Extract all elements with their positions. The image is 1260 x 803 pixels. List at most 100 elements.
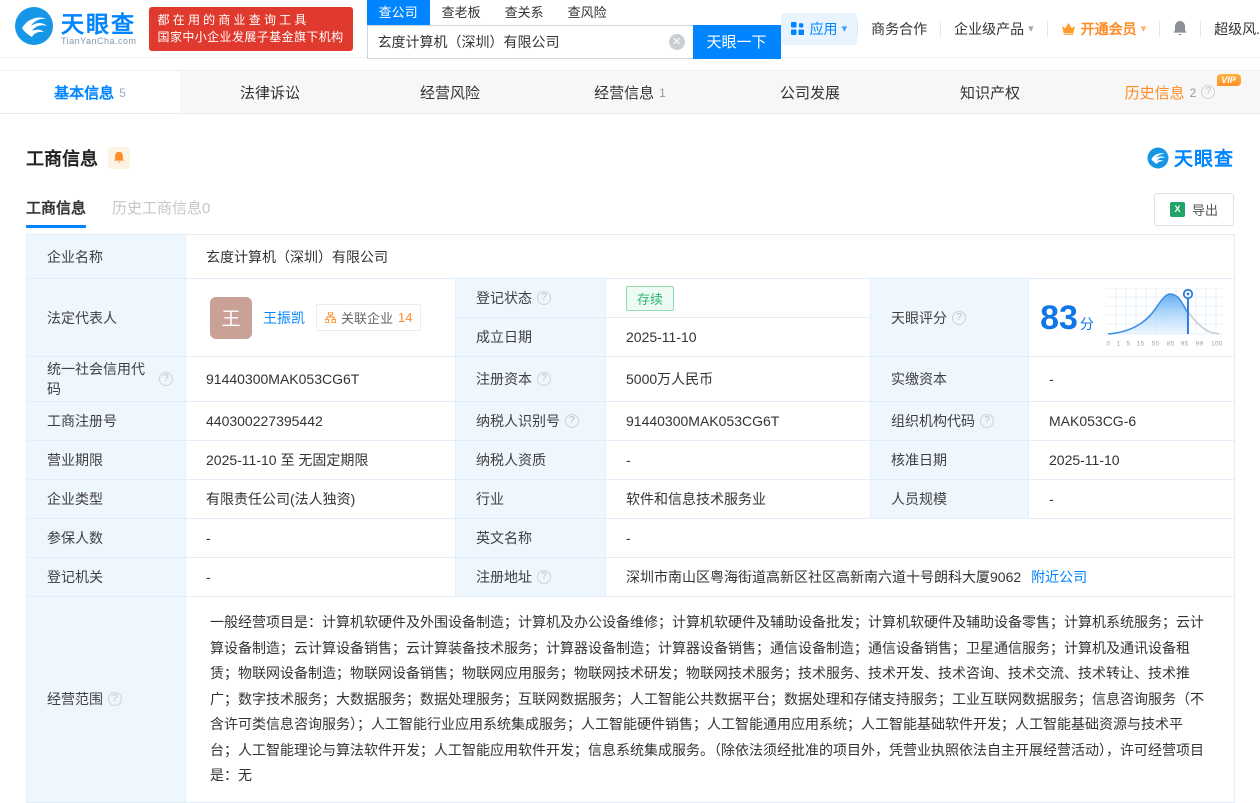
- table-row: 登记机关 - 注册地址? 深圳市南山区粤海街道高新区社区高新南六道十号朗科大厦9…: [26, 557, 1235, 597]
- industry-value: 软件和信息技术服务业: [605, 479, 871, 519]
- tab-operational-risk[interactable]: 经营风险: [360, 71, 540, 113]
- taxpayer-quality-label: 纳税人资质: [455, 440, 606, 480]
- company-type-label: 企业类型: [26, 479, 186, 519]
- search-area: 查公司 查老板 查关系 查风险 ✕ 天眼一下: [366, 0, 781, 59]
- top-header: 天眼查 TianYanCha.com 都在用的商业查询工具 国家中小企业发展子基…: [0, 0, 1260, 59]
- company-type-value: 有限责任公司(法人独资): [185, 479, 456, 519]
- nav-open-vip[interactable]: 开通会员 ▾: [1048, 19, 1160, 39]
- chevron-down-icon: ▾: [1028, 23, 1034, 35]
- table-row: 经营范围? 一般经营项目是：计算机软硬件及外围设备制造；计算机及办公设备维修；计…: [26, 596, 1235, 803]
- nav-cooperation[interactable]: 商务合作: [858, 19, 940, 39]
- staff-size-value: -: [1028, 479, 1235, 519]
- help-icon[interactable]: ?: [537, 570, 551, 584]
- tab-intellectual-property[interactable]: 知识产权: [900, 71, 1080, 113]
- tab-history-info[interactable]: VIP 历史信息 2 ?: [1080, 71, 1260, 113]
- help-icon[interactable]: ?: [1201, 85, 1216, 99]
- notification-bell-icon[interactable]: [1160, 20, 1200, 37]
- nav-enterprise[interactable]: 企业级产品 ▾: [941, 19, 1047, 39]
- grid-icon: [790, 22, 804, 35]
- org-chart-icon: [325, 312, 336, 323]
- search-button[interactable]: 天眼一下: [692, 24, 781, 59]
- section-head: 工商信息 天眼查: [26, 144, 1234, 171]
- org-code-label-text: 组织机构代码: [891, 413, 975, 429]
- taxpayer-quality-value: -: [605, 440, 871, 480]
- subtab-business-registration[interactable]: 工商信息: [26, 197, 87, 228]
- address-label: 注册地址?: [455, 557, 606, 597]
- tab-business-info[interactable]: 经营信息 1: [540, 71, 720, 113]
- table-row: 企业类型 有限责任公司(法人独资) 行业 软件和信息技术服务业 人员规模 -: [26, 479, 1235, 519]
- related-companies-badge[interactable]: 关联企业 14: [316, 304, 422, 331]
- slogan-line1: 都在用的商业查询工具: [157, 12, 310, 27]
- related-companies-label: 关联企业: [341, 311, 394, 326]
- approval-date-label: 核准日期: [870, 440, 1029, 480]
- nav-apps[interactable]: 应用 ▾: [780, 12, 858, 45]
- nav-open-vip-label: 开通会员: [1080, 20, 1137, 37]
- score-distribution-chart: 0 1 5 15 50 85 95 99 100: [1105, 287, 1223, 348]
- help-icon[interactable]: ?: [537, 372, 551, 386]
- reg-number-value: 440300227395442: [185, 401, 456, 441]
- table-row: 参保人数 - 英文名称 -: [26, 518, 1235, 558]
- tab-basic-info-label: 基本信息: [54, 84, 115, 102]
- legal-rep-label: 法定代表人: [26, 278, 186, 357]
- help-icon[interactable]: ?: [159, 372, 173, 386]
- nav-super-risk[interactable]: 超级风... ▾: [1201, 19, 1260, 39]
- org-code-label: 组织机构代码?: [870, 401, 1029, 441]
- search-tab-company[interactable]: 查公司: [366, 0, 430, 25]
- subtabs-row: 工商信息 历史工商信息0 X 导出: [26, 193, 1234, 232]
- search-tab-boss[interactable]: 查老板: [430, 0, 493, 25]
- org-code-value: MAK053CG-6: [1028, 401, 1235, 441]
- search-row: ✕ 天眼一下: [366, 24, 781, 59]
- related-companies-count: 14: [398, 310, 413, 325]
- export-button-label: 导出: [1191, 203, 1218, 218]
- paid-capital-label: 实缴资本: [870, 356, 1029, 402]
- score-cell[interactable]: 83 分 0 1 5 15 50 85 95 99 100: [1028, 278, 1235, 357]
- tab-intellectual-property-label: 知识产权: [959, 84, 1020, 102]
- tianyancha-logo[interactable]: 天眼查 TianYanCha.com: [14, 6, 137, 51]
- address-cell: 深圳市南山区粤海街道高新区社区高新南六道十号朗科大厦9062 附近公司: [605, 557, 1235, 597]
- tab-legal-proceedings[interactable]: 法律诉讼: [180, 71, 360, 113]
- help-icon[interactable]: ?: [537, 291, 551, 305]
- address-value: 深圳市南山区粤海街道高新区社区高新南六道十号朗科大厦9062: [626, 569, 1022, 585]
- tab-basic-info-count: 5: [119, 86, 126, 100]
- business-scope-label-text: 经营范围: [47, 691, 103, 708]
- table-row: 工商注册号 440300227395442 纳税人识别号? 91440300MA…: [26, 401, 1235, 441]
- nearby-companies-link[interactable]: 附近公司: [1031, 569, 1087, 585]
- avatar[interactable]: 王: [210, 296, 252, 339]
- logo-text: 天眼查 TianYanCha.com: [61, 12, 137, 46]
- export-button[interactable]: X 导出: [1153, 193, 1234, 226]
- search-tab-relation[interactable]: 查关系: [493, 0, 556, 25]
- tab-business-info-label: 经营信息: [594, 84, 655, 102]
- legal-rep-name-link[interactable]: 王振凯: [263, 308, 305, 328]
- tab-history-info-count: 2: [1189, 86, 1197, 100]
- nav-super-risk-label: 超级风...: [1214, 20, 1260, 37]
- english-name-value: -: [605, 518, 1235, 558]
- subtab-history-registration[interactable]: 历史工商信息0: [112, 197, 210, 228]
- search-input[interactable]: [366, 24, 693, 59]
- table-row: 法定代表人 王 王振凯 关联企业 14 登记状态? 存续 天眼评分? 83 分 …: [26, 278, 1235, 357]
- score-label-text: 天眼评分: [891, 309, 947, 326]
- bell-curve-svg: [1105, 287, 1223, 335]
- uscc-label: 统一社会信用代码?: [26, 356, 186, 402]
- tab-company-development[interactable]: 公司发展: [720, 71, 900, 113]
- help-icon[interactable]: ?: [108, 692, 122, 707]
- taxpayer-id-value: 91440300MAK053CG6T: [605, 401, 871, 441]
- vip-badge: VIP: [1217, 74, 1241, 86]
- logo-subtitle: TianYanCha.com: [61, 35, 137, 46]
- help-icon[interactable]: ?: [565, 414, 579, 428]
- score-axis-labels: 0 1 5 15 50 85 95 99 100: [1106, 339, 1222, 347]
- reg-capital-value: 5000万人民币: [605, 356, 871, 402]
- tab-operational-risk-label: 经营风险: [419, 84, 480, 102]
- table-row: 营业期限 2025-11-10 至 无固定期限 纳税人资质 - 核准日期 202…: [26, 440, 1235, 480]
- help-icon[interactable]: ?: [952, 310, 966, 325]
- crown-icon: [1061, 22, 1076, 35]
- tab-basic-info[interactable]: 基本信息 5: [0, 71, 180, 113]
- paid-capital-value: -: [1028, 356, 1235, 402]
- help-icon[interactable]: ?: [980, 414, 994, 428]
- business-term-label: 营业期限: [26, 440, 186, 480]
- subscribe-bell-icon[interactable]: [108, 146, 130, 169]
- nav-apps-label: 应用: [809, 20, 838, 37]
- reg-authority-value: -: [185, 557, 456, 597]
- search-tab-risk[interactable]: 查风险: [556, 0, 619, 25]
- clear-search-icon[interactable]: ✕: [668, 33, 685, 50]
- business-scope-label: 经营范围?: [26, 596, 186, 803]
